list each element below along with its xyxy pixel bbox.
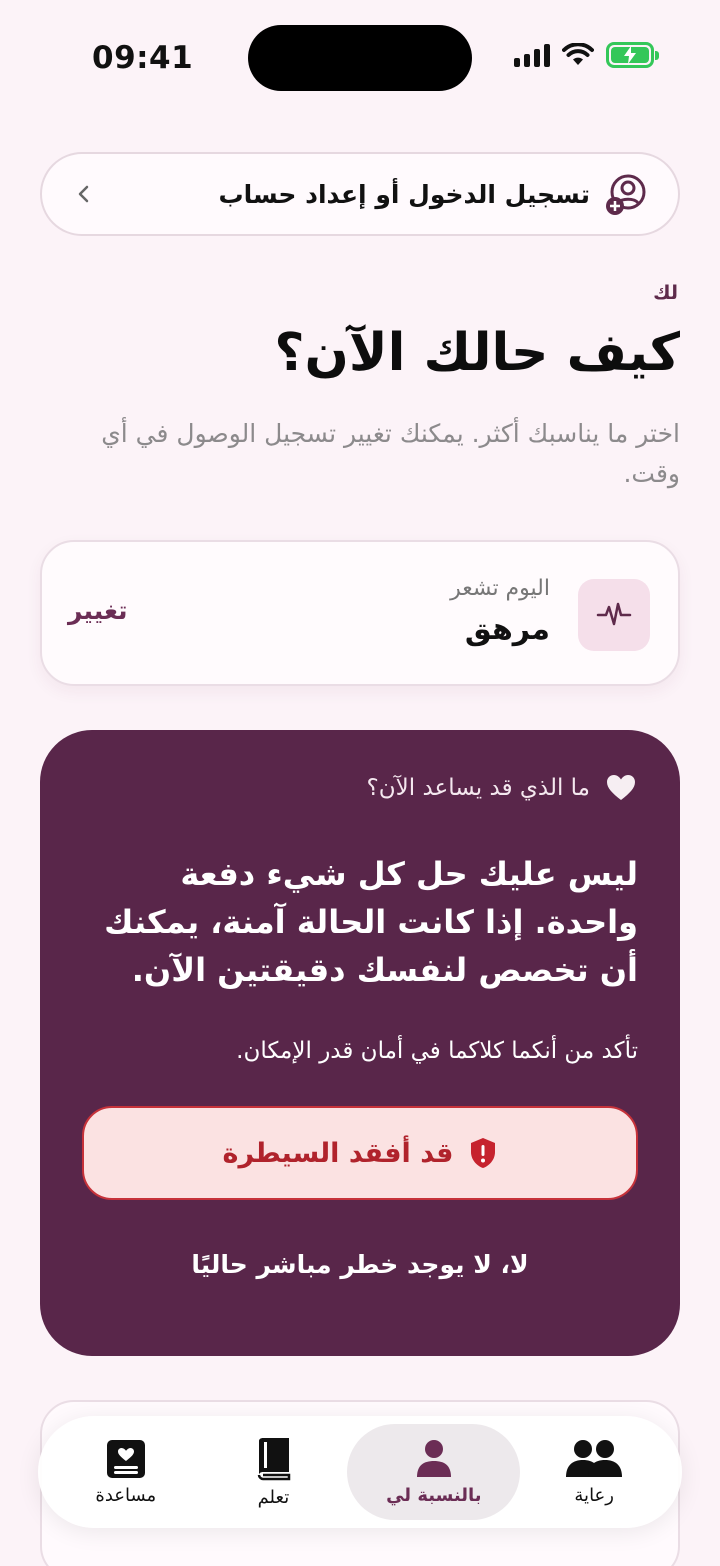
help-card: ما الذي قد يساعد الآن؟ ليس عليك حل كل شي… — [40, 730, 680, 1356]
tab-care-label: رعاية — [574, 1484, 614, 1506]
tab-help-label: مساعدة — [95, 1484, 157, 1506]
login-label: تسجيل الدخول أو إعداد حساب — [218, 179, 590, 209]
chevron-left-icon — [78, 185, 89, 203]
person-icon — [416, 1439, 451, 1477]
help-card-icon — [106, 1439, 145, 1478]
cellular-signal-icon — [514, 43, 550, 67]
dynamic-island — [248, 25, 472, 91]
tab-for-me[interactable]: بالنسبة لي — [347, 1424, 521, 1520]
pulse-icon — [596, 602, 632, 626]
help-heading-text: ما الذي قد يساعد الآن؟ — [366, 775, 590, 801]
login-or-signup-button[interactable]: تسجيل الدخول أو إعداد حساب — [40, 152, 680, 236]
user-add-icon — [606, 174, 646, 215]
page-title: كيف حالك الآن؟ — [274, 323, 680, 383]
section-eyebrow: لك — [653, 282, 678, 304]
book-icon — [258, 1437, 291, 1480]
page-subtitle: اختر ما يناسبك أكثر. يمكنك تغيير تسجيل ا… — [101, 419, 680, 488]
mood-value: مرهق — [464, 612, 550, 647]
tab-learn[interactable]: تعلم — [200, 1424, 348, 1520]
tab-help[interactable]: مساعدة — [52, 1424, 200, 1520]
help-heading: ما الذي قد يساعد الآن؟ — [367, 774, 636, 802]
wifi-icon — [562, 43, 594, 65]
bottom-tab-bar: رعاية بالنسبة لي تعلم مساعدة — [38, 1416, 682, 1528]
tab-for-me-label: بالنسبة لي — [386, 1484, 482, 1506]
mood-caption: اليوم تشعر — [450, 576, 550, 601]
people-icon — [566, 1439, 623, 1477]
tab-care[interactable]: رعاية — [520, 1424, 668, 1520]
battery-charging-icon — [606, 42, 659, 68]
tab-learn-label: تعلم — [257, 1486, 290, 1508]
help-safety-note: تأكد من أنكما كلاكما في أمان قدر الإمكان… — [236, 1038, 638, 1064]
heart-icon — [607, 775, 635, 800]
status-bar: 09:41 — [0, 0, 720, 110]
no-immediate-danger-button[interactable]: لا، لا يوجد خطر مباشر حاليًا — [40, 1250, 680, 1279]
mood-icon-box — [578, 579, 650, 651]
change-mood-button[interactable]: تغيير — [68, 596, 127, 625]
shield-alert-icon — [471, 1138, 496, 1168]
help-body-text: ليس عليك حل كل شيء دفعة واحدة. إذا كانت … — [104, 855, 638, 989]
status-icons — [514, 42, 659, 68]
mood-card: اليوم تشعر مرهق تغيير — [40, 540, 680, 686]
status-time: 09:41 — [92, 40, 194, 76]
losing-control-label: قد أفقد السيطرة — [222, 1137, 454, 1169]
losing-control-button[interactable]: قد أفقد السيطرة — [82, 1106, 638, 1200]
